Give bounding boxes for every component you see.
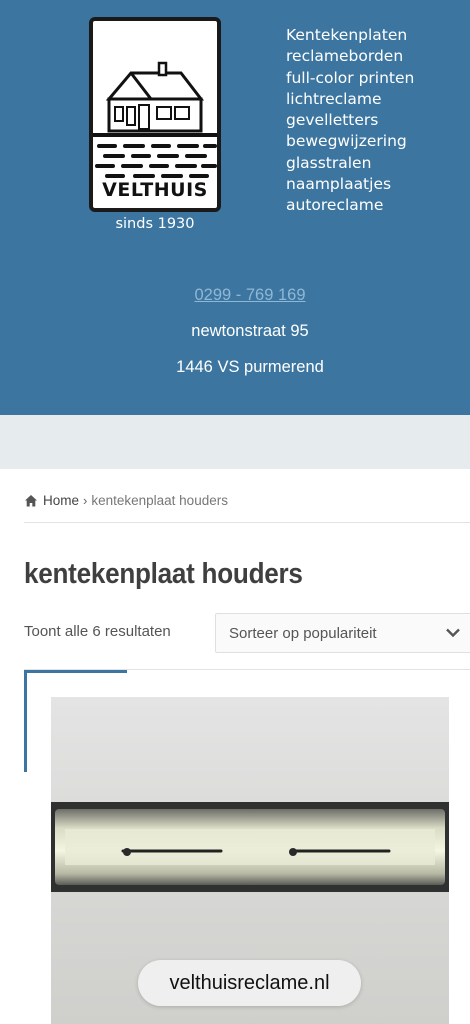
browser-url-bar[interactable]: velthuisreclame.nl <box>138 960 361 1006</box>
address-city: 1446 VS purmerend <box>176 358 324 376</box>
service-item: glasstralen <box>286 153 372 172</box>
divider <box>24 522 470 523</box>
service-item: reclameborden <box>286 47 404 66</box>
nav-band <box>0 415 470 469</box>
service-item: naamplaatjes <box>286 175 392 194</box>
phone-link[interactable]: 0299 - 769 169 <box>0 286 470 305</box>
address-street: newtonstraat 95 <box>191 322 309 340</box>
breadcrumb-separator: › <box>83 493 88 508</box>
logo-wordmark: VELTHUIS <box>102 179 208 201</box>
service-item: full-color printen <box>286 68 415 87</box>
chevron-down-icon <box>446 628 460 638</box>
velthuis-logo[interactable]: VELTHUIS <box>89 17 221 212</box>
sort-selected-value: Sorteer op populariteit <box>229 625 377 642</box>
service-item: bewegwijzering <box>286 132 407 151</box>
services-list: Kentekenplaten reclameborden full-color … <box>286 25 414 217</box>
breadcrumb-home-link[interactable]: Home <box>43 493 79 508</box>
product-card-accent <box>24 670 127 673</box>
page-title: kentekenplaat houders <box>24 558 303 590</box>
service-item: gevelletters <box>286 111 379 130</box>
service-item: autoreclame <box>286 196 384 215</box>
breadcrumb: Home › kentekenplaat houders <box>24 493 228 508</box>
product-card-accent <box>24 670 27 772</box>
site-header: VELTHUIS sinds 1930 Kentekenplaten recla… <box>0 0 470 415</box>
breadcrumb-current: kentekenplaat houders <box>91 493 228 508</box>
service-item: lichtreclame <box>286 89 382 108</box>
home-icon[interactable] <box>24 494 38 508</box>
logo-tagline: sinds 1930 <box>115 216 195 232</box>
sort-dropdown[interactable]: Sorteer op populariteit <box>215 613 470 653</box>
service-item: Kentekenplaten <box>286 26 408 44</box>
result-count: Toont alle 6 resultaten <box>24 623 171 640</box>
